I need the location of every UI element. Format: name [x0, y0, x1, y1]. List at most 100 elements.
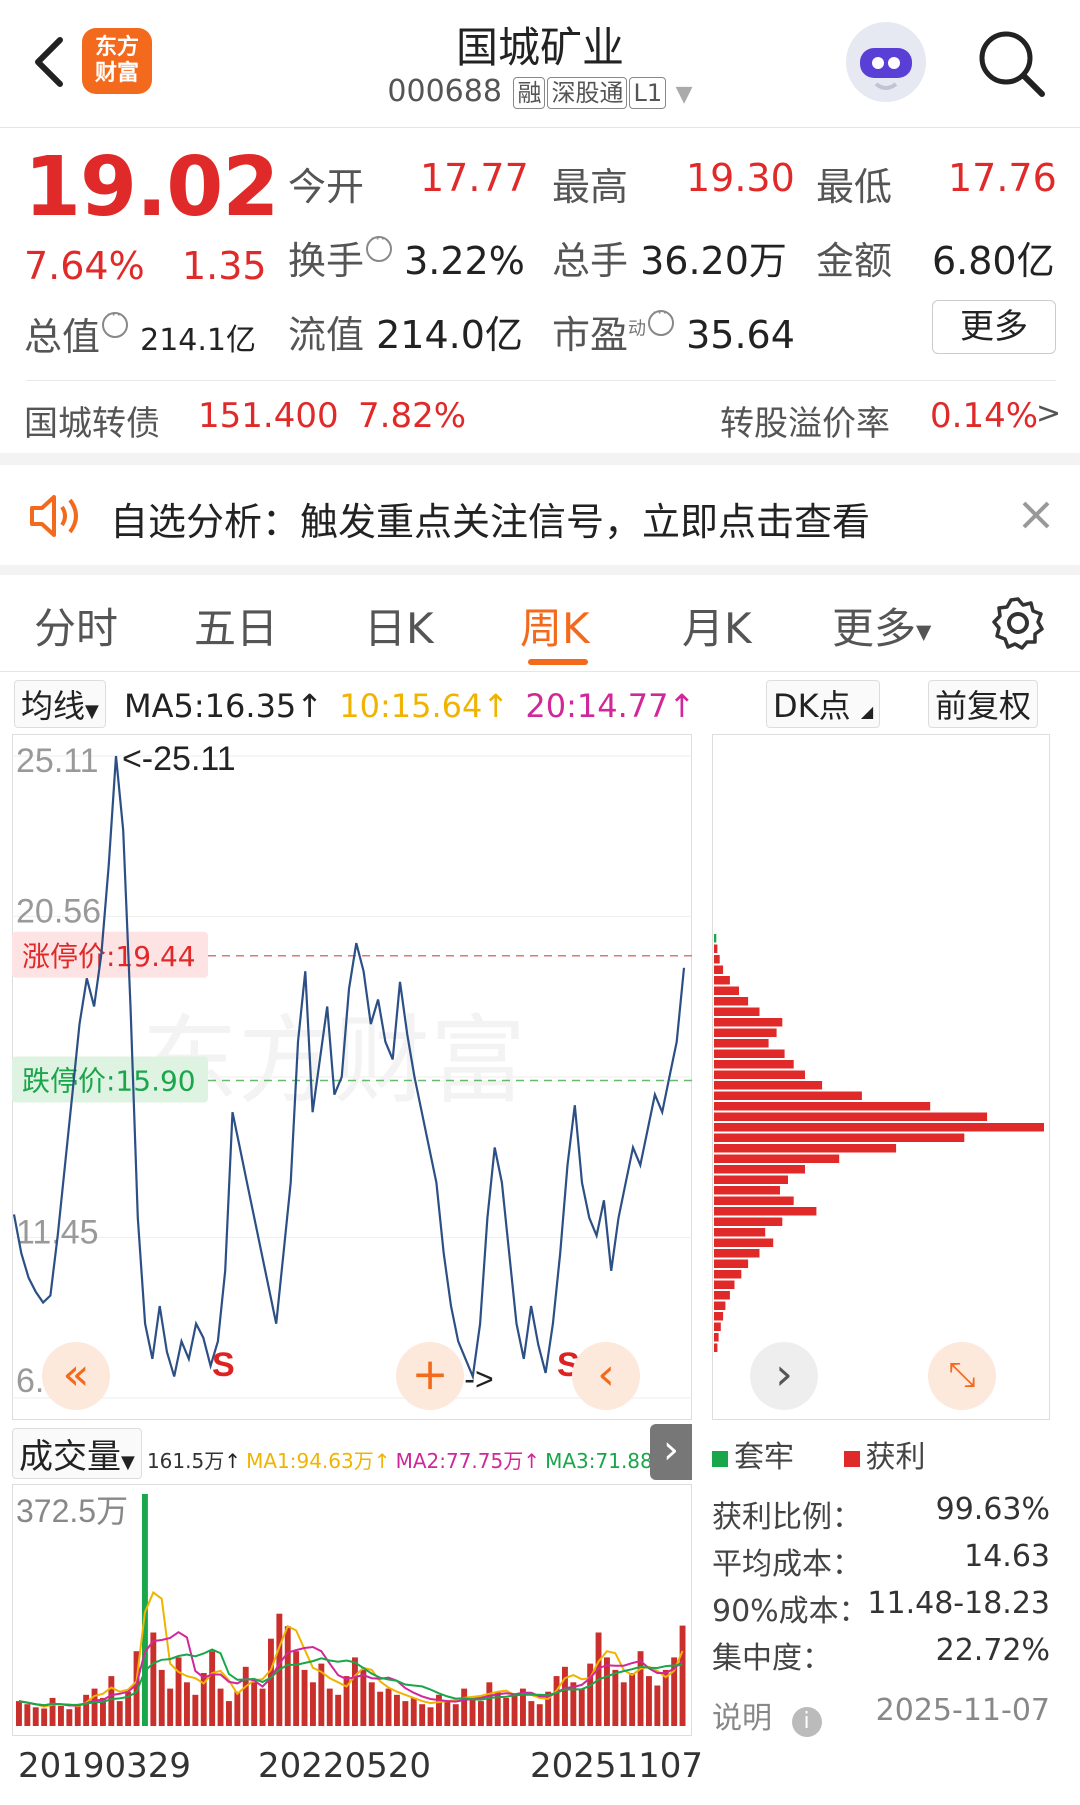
close-icon[interactable] — [1014, 493, 1058, 537]
volume-bar — [16, 1701, 22, 1726]
info-icon[interactable] — [366, 229, 393, 262]
tab-monthly-k[interactable]: 月K — [682, 595, 752, 656]
chip-bar — [714, 1060, 794, 1069]
tab-five-day[interactable]: 五日 — [194, 595, 278, 656]
chip-bar — [714, 976, 730, 985]
volume-value: 36.20万 — [640, 239, 787, 283]
price-chart[interactable]: 25.1120.5616.0011.456.89东方财富涨停价:19.44跌停价… — [12, 734, 692, 1420]
chip-bar — [714, 1091, 862, 1100]
chip-distribution-chart[interactable] — [712, 734, 1050, 1420]
indicator-row: 均线▼ MA5:16.35↑ 10:15.64↑ 20:14.77↑ — [14, 680, 695, 728]
amount-label: 金额 — [816, 239, 893, 283]
chip-bar — [714, 1123, 1044, 1132]
more-quote-button[interactable]: 更多 — [932, 300, 1056, 354]
chevron-right-icon[interactable]: › — [750, 1342, 818, 1410]
volume-chart[interactable]: 372.5万 — [12, 1484, 692, 1736]
chip-bar — [714, 1343, 718, 1352]
volume-bar — [91, 1688, 98, 1726]
tab-intraday[interactable]: 分时 — [34, 595, 118, 656]
gear-icon[interactable] — [990, 595, 1046, 651]
chip-bar — [714, 1144, 897, 1153]
pe-dynamic-mark: 动 — [628, 318, 647, 340]
volume-value: 161.5万 — [146, 1449, 225, 1473]
chip-bar — [714, 1007, 760, 1016]
info-icon[interactable] — [102, 305, 129, 338]
notice-text: 自选分析：触发重点关注信号，立即点击查看 — [110, 500, 871, 544]
volume-bar — [385, 1688, 392, 1726]
volume-bar — [24, 1704, 31, 1726]
chip-bar — [714, 1312, 724, 1321]
change-amount: 1.35 — [182, 244, 267, 288]
volume-stat: 总手 36.20万 — [552, 230, 787, 285]
volume-bar — [310, 1682, 316, 1726]
assistant-robot-icon[interactable] — [846, 22, 926, 102]
bond-price: 151.400 — [198, 396, 339, 436]
chip-bar — [714, 955, 720, 964]
tab-weekly-k[interactable]: 周K — [520, 595, 590, 656]
pe-ratio[interactable]: 市盈动 35.64 — [552, 303, 795, 359]
chevron-right-icon: > — [1036, 396, 1062, 431]
chip-bar — [714, 934, 717, 943]
chip-bar — [714, 1186, 780, 1195]
volume-bar — [116, 1701, 123, 1726]
chip-bar — [714, 1049, 785, 1058]
chip-bar — [714, 1070, 805, 1079]
expand-icon[interactable]: ⤡ — [928, 1342, 996, 1410]
volume-bar — [66, 1709, 73, 1726]
high-value: 19.30 — [686, 156, 795, 200]
volume-header: 成交量▼ 161.5万↑ MA1:94.63万↑ MA2:77.75万↑ MA3… — [12, 1428, 690, 1479]
rewind-icon[interactable]: « — [42, 1342, 110, 1410]
volume-bar — [226, 1701, 232, 1726]
volume-bar — [326, 1688, 333, 1726]
sell-signal-marker[interactable]: S — [212, 1346, 235, 1384]
tab-daily-k[interactable]: 日K — [364, 595, 434, 656]
chip-bar — [714, 1102, 931, 1111]
date-start: 20190329 — [18, 1746, 192, 1786]
collapse-panel-icon[interactable]: › — [650, 1424, 692, 1480]
tab-more[interactable]: 更多▼ — [832, 595, 931, 656]
search-icon[interactable] — [974, 26, 1050, 102]
plus-icon[interactable]: + — [396, 1342, 464, 1410]
volume-bar — [158, 1669, 165, 1726]
volume-indicator-select[interactable]: 成交量▼ — [12, 1428, 142, 1479]
volume-bar — [469, 1697, 476, 1726]
volume-bar — [536, 1704, 543, 1726]
chip-bar — [714, 1301, 726, 1310]
info-icon[interactable]: i — [791, 1707, 822, 1737]
convertible-bond-row[interactable]: 国城转债 151.400 7.82% 转股溢价率 0.14% > — [0, 390, 1080, 454]
cost-90: 90%成本： 11.48-18.23 — [712, 1586, 1050, 1630]
volume-bar — [377, 1691, 384, 1726]
chip-bar — [714, 986, 739, 995]
ma5-value: MA5:16.35 — [124, 687, 297, 725]
section-gap — [0, 453, 1080, 465]
chip-date: 2025-11-07 — [875, 1693, 1050, 1728]
info-icon[interactable] — [648, 303, 675, 336]
chip-bar — [714, 944, 718, 953]
chip-bar — [714, 1291, 730, 1300]
concentration-label: 集中度： — [712, 1641, 832, 1676]
market-cap[interactable]: 总值 214.1亿 — [24, 305, 256, 361]
ma-type-label: 均线 — [21, 687, 86, 725]
volume-bar — [184, 1682, 190, 1726]
volume-bar — [352, 1657, 358, 1726]
float-value: 214.0亿 — [376, 313, 523, 357]
chevron-left-icon[interactable]: ‹ — [572, 1342, 640, 1410]
notice-bar[interactable]: 自选分析：触发重点关注信号，立即点击查看 — [0, 465, 1080, 565]
speaker-icon — [30, 495, 78, 537]
dropdown-caret-icon: ▼ — [121, 1452, 135, 1473]
dropdown-caret-icon: ▼ — [916, 619, 932, 644]
dk-point-button[interactable]: DK点 ◢ — [766, 680, 881, 728]
chip-bar — [714, 1081, 823, 1090]
chip-bar — [714, 1175, 788, 1184]
dropdown-caret-icon[interactable]: ▼ — [676, 82, 693, 107]
volume-bar — [629, 1673, 636, 1726]
turnover-label: 换手 — [288, 239, 365, 283]
adjust-select[interactable]: 前复权 — [928, 680, 1039, 728]
chip-bar — [714, 1154, 840, 1163]
volume-bar — [679, 1625, 686, 1726]
tag-connect: 深股通 — [547, 77, 628, 109]
period-tabs: 分时 五日 日K 周K 月K 更多▼ — [0, 575, 1080, 672]
chip-note-row[interactable]: 说明 i 2025-11-07 — [712, 1693, 1050, 1737]
ma-type-select[interactable]: 均线▼ — [14, 680, 106, 728]
chip-bar — [714, 1165, 805, 1174]
